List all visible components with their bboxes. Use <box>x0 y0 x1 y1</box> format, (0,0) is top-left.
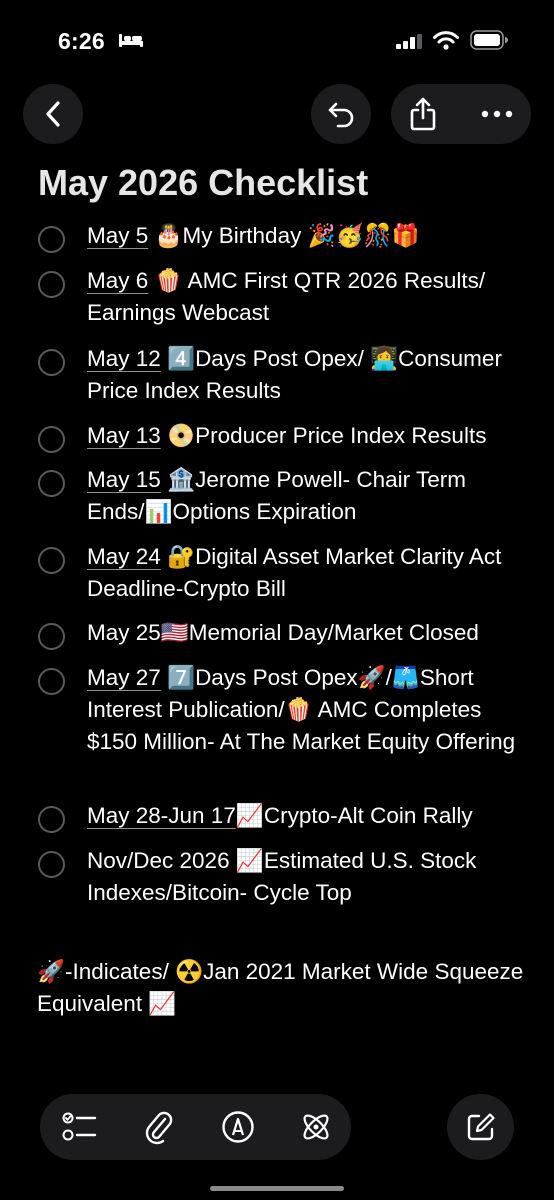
checkbox[interactable] <box>38 271 65 298</box>
checkbox[interactable] <box>38 668 65 695</box>
checklist-item: May 28-Jun 17📈Crypto-Alt Coin Rally <box>0 800 554 845</box>
back-button[interactable] <box>23 84 83 144</box>
signal-icon <box>396 34 422 49</box>
item-date: May 15 <box>87 467 161 492</box>
share-button[interactable] <box>391 84 455 144</box>
checklist-item: May 15 🏦Jerome Powell- Chair Term Ends/📊… <box>0 464 554 541</box>
item-text[interactable]: May 13 📀Producer Price Index Results <box>87 420 527 452</box>
item-date: May 5 <box>87 223 149 248</box>
checkbox[interactable] <box>38 623 65 650</box>
item-text[interactable]: May 12 4️⃣Days Post Opex/ 👩‍💻Consumer Pr… <box>87 343 527 407</box>
item-date: May 24 <box>87 544 161 569</box>
checkbox[interactable] <box>38 851 65 878</box>
wifi-icon <box>433 31 459 50</box>
status-time: 6:26 <box>58 28 105 54</box>
item-text[interactable]: May 15 🏦Jerome Powell- Chair Term Ends/📊… <box>87 464 527 528</box>
item-description: 📀Producer Price Index Results <box>160 423 487 448</box>
header-actions-group <box>391 84 531 144</box>
item-date: May 27 <box>87 665 161 690</box>
item-description: 📈Crypto-Alt Coin Rally <box>235 803 473 828</box>
checklist-item: May 25🇺🇸Memorial Day/Market Closed <box>0 617 554 662</box>
share-icon <box>410 97 436 131</box>
checklist-button[interactable] <box>48 1094 112 1160</box>
checklist-item: May 5 🎂My Birthday 🎉🥳🎊🎁 <box>0 220 554 265</box>
note-footer-text[interactable]: 🚀-Indicates/ ☢️Jan 2021 Market Wide Sque… <box>37 956 527 1020</box>
checkbox[interactable] <box>38 226 65 253</box>
compose-icon <box>467 1113 495 1141</box>
chevron-left-icon <box>46 101 60 127</box>
item-text[interactable]: May 5 🎂My Birthday 🎉🥳🎊🎁 <box>87 220 527 252</box>
checkbox[interactable] <box>38 470 65 497</box>
checkbox[interactable] <box>38 806 65 833</box>
item-text[interactable]: May 27 7️⃣Days Post Opex🚀/🩳Short Interes… <box>87 662 527 758</box>
more-button[interactable] <box>463 84 531 144</box>
ellipsis-icon <box>481 110 513 118</box>
item-date: May 6 <box>87 268 149 293</box>
apple-intelligence-icon <box>303 1114 329 1140</box>
markup-pen-icon <box>222 1111 254 1143</box>
checkbox[interactable] <box>38 426 65 453</box>
checklist-item: May 6 🍿 AMC First QTR 2026 Results/ Earn… <box>0 265 554 343</box>
item-text[interactable]: May 6 🍿 AMC First QTR 2026 Results/ Earn… <box>87 265 527 329</box>
checkbox[interactable] <box>38 547 65 574</box>
bottom-toolbar <box>40 1094 351 1160</box>
markup-button[interactable] <box>206 1094 270 1160</box>
writing-tools-button[interactable] <box>284 1094 348 1160</box>
item-date: May 12 <box>87 346 161 371</box>
attach-button[interactable] <box>126 1094 190 1160</box>
checklist: May 5 🎂My Birthday 🎉🥳🎊🎁 May 6 🍿 AMC Firs… <box>0 220 554 923</box>
checklist-item: Nov/Dec 2026 📈Estimated U.S. Stock Index… <box>0 845 554 923</box>
item-description: 🎂My Birthday 🎉🥳🎊🎁 <box>148 223 420 248</box>
status-bar: 6:26 <box>0 0 554 70</box>
checklist-icon <box>62 1112 97 1141</box>
battery-icon <box>470 30 508 50</box>
undo-icon <box>328 102 354 128</box>
item-text[interactable]: May 24 🔐Digital Asset Market Clarity Act… <box>87 541 527 605</box>
item-text[interactable]: Nov/Dec 2026 📈Estimated U.S. Stock Index… <box>87 845 527 909</box>
item-text[interactable]: May 28-Jun 17📈Crypto-Alt Coin Rally <box>87 800 527 832</box>
checklist-item: May 12 4️⃣Days Post Opex/ 👩‍💻Consumer Pr… <box>0 343 554 420</box>
bed-icon <box>119 34 143 47</box>
checklist-item: May 13 📀Producer Price Index Results <box>0 420 554 464</box>
item-date: May 28-Jun 17 <box>87 803 236 828</box>
item-text[interactable]: May 25🇺🇸Memorial Day/Market Closed <box>87 617 527 649</box>
item-description: May 25🇺🇸Memorial Day/Market Closed <box>87 620 479 645</box>
item-description: Nov/Dec 2026 📈Estimated U.S. Stock Index… <box>87 848 477 905</box>
home-indicator[interactable] <box>210 1186 344 1191</box>
checkbox[interactable] <box>38 349 65 376</box>
note-title[interactable]: May 2026 Checklist <box>38 162 368 204</box>
checklist-item: May 24 🔐Digital Asset Market Clarity Act… <box>0 541 554 617</box>
compose-button[interactable] <box>447 1094 514 1160</box>
item-date: May 13 <box>87 423 161 448</box>
undo-button[interactable] <box>311 84 371 144</box>
paperclip-icon <box>145 1111 173 1145</box>
checklist-item: May 27 7️⃣Days Post Opex🚀/🩳Short Interes… <box>0 662 554 800</box>
